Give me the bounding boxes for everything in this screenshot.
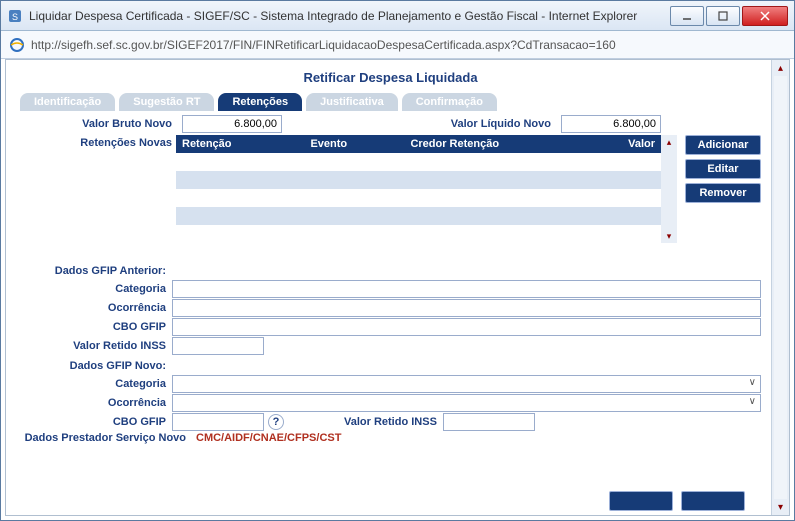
cbo-gfip-label: CBO GFIP <box>20 321 172 333</box>
valor-retido-inss-novo-input[interactable] <box>443 413 535 431</box>
table-row[interactable] <box>176 207 661 225</box>
ocorrencia-label: Ocorrência <box>20 302 172 314</box>
tab-bar: Identificação Sugestão RT Retenções Just… <box>20 93 761 111</box>
gfip-anterior-heading: Dados GFIP Anterior: <box>20 265 172 277</box>
table-row[interactable] <box>176 171 661 189</box>
page-body: Retificar Despesa Liquidada Identificaçã… <box>6 60 771 515</box>
th-valor: Valor <box>571 138 661 150</box>
table-row[interactable] <box>176 225 661 243</box>
valor-liquido-input[interactable] <box>561 115 661 133</box>
categoria-anterior-input[interactable] <box>172 280 761 298</box>
categoria-novo-select[interactable] <box>172 375 761 393</box>
page-scroll-down-icon[interactable]: ▾ <box>772 499 789 515</box>
scroll-up-icon[interactable]: ▴ <box>661 135 677 149</box>
categoria-label: Categoria <box>20 283 172 295</box>
table-header: Retenção Evento Credor Retenção Valor <box>176 135 661 153</box>
cbo-help-icon[interactable]: ? <box>268 414 284 430</box>
svg-text:S: S <box>12 12 18 22</box>
ie-icon <box>9 37 25 53</box>
retencoes-novas-label: Retenções Novas <box>20 135 172 149</box>
valor-retido-inss-anterior-input[interactable] <box>172 337 264 355</box>
window-title: Liquidar Despesa Certificada - SIGEF/SC … <box>29 9 670 23</box>
table-scrollbar[interactable]: ▴ ▾ <box>661 135 677 243</box>
title-bar: S Liquidar Despesa Certificada - SIGEF/S… <box>1 1 794 31</box>
content-frame: Retificar Despesa Liquidada Identificaçã… <box>5 59 790 516</box>
ocorrencia-novo-select[interactable] <box>172 394 761 412</box>
valor-retido-inss-label: Valor Retido INSS <box>20 340 172 352</box>
adicionar-button[interactable]: Adicionar <box>685 135 761 155</box>
maximize-button[interactable] <box>706 6 740 26</box>
cbo-gfip-novo-input[interactable] <box>172 413 264 431</box>
window-controls <box>670 6 788 26</box>
page-favicon: S <box>7 8 23 24</box>
scroll-down-icon[interactable]: ▾ <box>661 229 677 243</box>
tab-sugestao-rt[interactable]: Sugestão RT <box>119 93 214 111</box>
tab-justificativa[interactable]: Justificativa <box>306 93 398 111</box>
table-body <box>176 153 661 243</box>
cbo-gfip-novo-label: CBO GFIP <box>20 416 172 428</box>
page-title: Retificar Despesa Liquidada <box>20 66 761 93</box>
retencoes-row: Retenções Novas Retenção Evento Credor R… <box>20 135 761 243</box>
close-button[interactable] <box>742 6 788 26</box>
categoria-novo-label: Categoria <box>20 378 172 390</box>
retencoes-table: Retenção Evento Credor Retenção Valor <box>176 135 677 243</box>
cbo-gfip-anterior-input[interactable] <box>172 318 761 336</box>
address-bar <box>1 31 794 59</box>
footer-button-2[interactable] <box>681 491 745 511</box>
browser-window: S Liquidar Despesa Certificada - SIGEF/S… <box>0 0 795 521</box>
footer-button-1[interactable] <box>609 491 673 511</box>
ocorrencia-anterior-input[interactable] <box>172 299 761 317</box>
minimize-button[interactable] <box>670 6 704 26</box>
table-row[interactable] <box>176 189 661 207</box>
gfip-form: Dados GFIP Anterior: Categoria Ocorrênci… <box>20 261 761 444</box>
th-evento: Evento <box>310 138 410 150</box>
cmc-aidf-link[interactable]: CMC/AIDF/CNAE/CFPS/CST <box>196 432 341 444</box>
tab-retencoes[interactable]: Retenções <box>218 93 302 111</box>
tab-confirmacao[interactable]: Confirmação <box>402 93 497 111</box>
valor-retido-inss-novo-label: Valor Retido INSS <box>344 416 437 428</box>
url-input[interactable] <box>31 38 786 52</box>
ocorrencia-novo-label: Ocorrência <box>20 397 172 409</box>
table-actions: Adicionar Editar Remover <box>685 135 761 203</box>
th-credor: Credor Retenção <box>410 138 571 150</box>
dados-prestador-label: Dados Prestador Serviço Novo <box>20 432 192 444</box>
valor-bruto-label: Valor Bruto Novo <box>20 118 172 130</box>
valor-row: Valor Bruto Novo Valor Líquido Novo <box>20 115 761 133</box>
editar-button[interactable]: Editar <box>685 159 761 179</box>
page-scrollbar[interactable]: ▴ ▾ <box>771 60 789 515</box>
tab-identificacao[interactable]: Identificação <box>20 93 115 111</box>
th-retencao: Retenção <box>176 138 310 150</box>
page-scroll-track[interactable] <box>774 76 787 499</box>
gfip-novo-heading: Dados GFIP Novo: <box>20 360 172 372</box>
valor-bruto-input[interactable] <box>182 115 282 133</box>
remover-button[interactable]: Remover <box>685 183 761 203</box>
page-footer-buttons <box>609 491 745 511</box>
page-scroll-up-icon[interactable]: ▴ <box>772 60 789 76</box>
table-row[interactable] <box>176 153 661 171</box>
valor-liquido-label: Valor Líquido Novo <box>451 118 551 130</box>
